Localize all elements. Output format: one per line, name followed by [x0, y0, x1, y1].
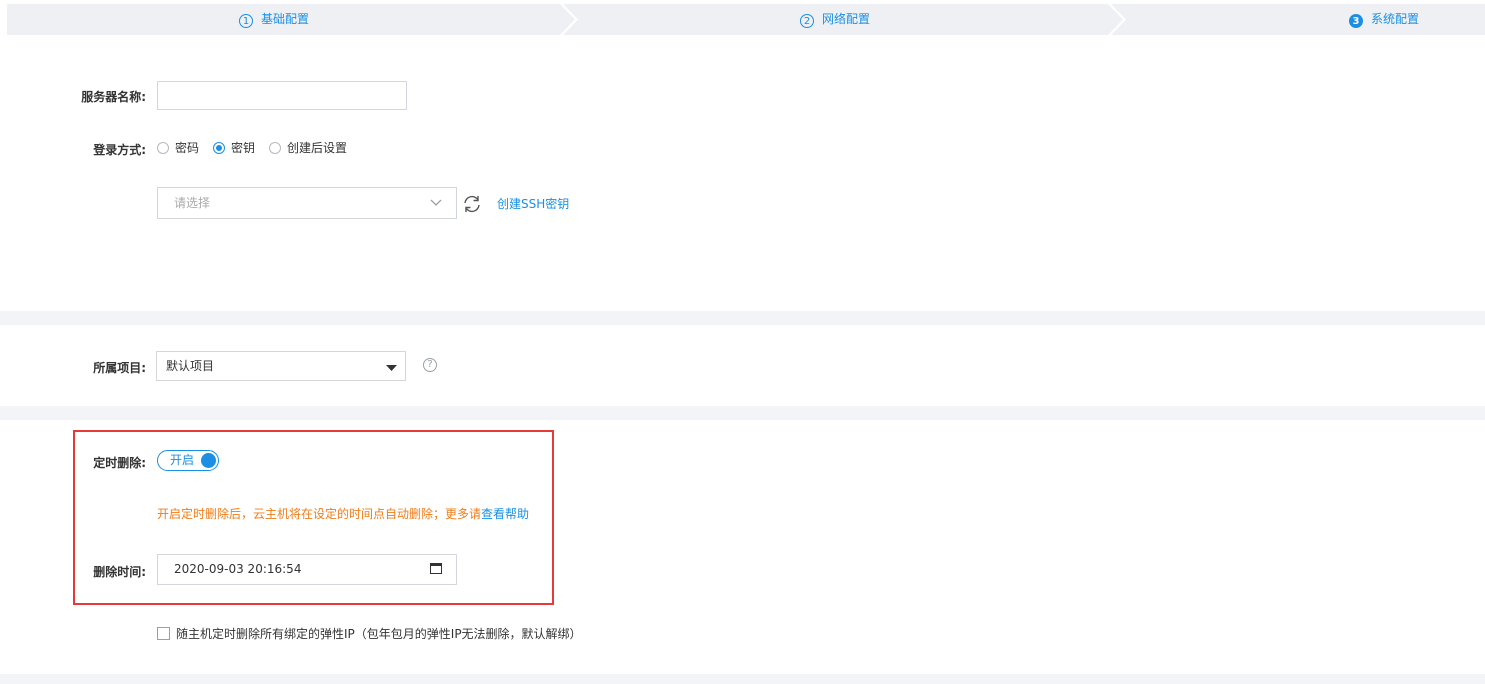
step-network-config[interactable]: 2 网络配置	[800, 4, 870, 35]
step-basic-config[interactable]: 1 基础配置	[239, 4, 309, 35]
step-system-config[interactable]: 3 系统配置	[1349, 4, 1419, 35]
step-3-label: 系统配置	[1371, 12, 1420, 26]
toggle-knob	[201, 453, 216, 468]
timed-delete-toggle[interactable]: 开启	[157, 450, 219, 471]
warning-text: 开启定时删除后，云主机将在设定的时间点自动删除；更多请	[157, 507, 482, 521]
radio-key[interactable]: 密钥	[213, 139, 255, 156]
radio-key-label: 密钥	[231, 141, 256, 155]
section-divider	[0, 674, 1485, 684]
project-select-value: 默认项目	[166, 359, 215, 373]
caret-down-icon	[386, 365, 397, 371]
view-help-link[interactable]: 查看帮助	[481, 507, 529, 521]
login-method-label: 登录方式:	[93, 143, 146, 157]
timed-delete-label: 定时删除:	[93, 456, 146, 470]
section-divider	[0, 311, 1485, 325]
chevron-down-icon	[430, 199, 442, 206]
calendar-icon[interactable]	[430, 563, 442, 574]
eip-delete-checkbox[interactable]	[157, 627, 170, 640]
delete-time-value: 2020-09-03 20:16:54	[174, 562, 302, 576]
step-2-number: 2	[800, 14, 814, 28]
server-name-label: 服务器名称:	[81, 90, 146, 104]
toggle-label: 开启	[170, 453, 195, 467]
eip-delete-option[interactable]: 随主机定时删除所有绑定的弹性IP（包年包月的弹性IP无法删除，默认解绑）	[157, 625, 582, 642]
step-1-number: 1	[239, 14, 253, 28]
radio-password-circle[interactable]	[157, 141, 169, 154]
eip-delete-checkbox-label: 随主机定时删除所有绑定的弹性IP（包年包月的弹性IP无法删除，默认解绑）	[176, 627, 582, 641]
ssh-key-select-placeholder: 请选择	[174, 196, 211, 210]
radio-set-after-create-circle[interactable]	[269, 141, 282, 154]
radio-password[interactable]: 密码	[157, 139, 199, 156]
section-divider	[0, 406, 1485, 420]
radio-password-label: 密码	[175, 141, 200, 155]
steps-bar: 1 基础配置 2 网络配置 3 系统配置	[7, 4, 1485, 35]
radio-set-after-create-label: 创建后设置	[287, 141, 348, 155]
login-method-radio-group: 密码 密钥 创建后设置	[157, 139, 361, 156]
step-1-label: 基础配置	[261, 12, 310, 26]
refresh-icon[interactable]	[461, 193, 483, 215]
question-icon[interactable]: ?	[423, 358, 437, 372]
delete-time-input[interactable]: 2020-09-03 20:16:54	[157, 554, 457, 585]
step-3-number: 3	[1349, 14, 1363, 28]
server-name-input[interactable]	[157, 81, 407, 110]
project-label: 所属项目:	[93, 361, 146, 375]
timed-delete-warning: 开启定时删除后，云主机将在设定的时间点自动删除；更多请查看帮助	[157, 505, 529, 522]
project-select[interactable]: 默认项目	[156, 351, 406, 381]
radio-key-circle[interactable]	[213, 141, 226, 154]
ssh-key-select[interactable]: 请选择	[157, 187, 457, 219]
steps-background	[7, 4, 1485, 35]
delete-time-label: 删除时间:	[93, 565, 146, 579]
step-2-label: 网络配置	[822, 12, 871, 26]
radio-set-after-create[interactable]: 创建后设置	[269, 139, 347, 156]
create-ssh-key-link[interactable]: 创建SSH密钥	[497, 195, 569, 212]
